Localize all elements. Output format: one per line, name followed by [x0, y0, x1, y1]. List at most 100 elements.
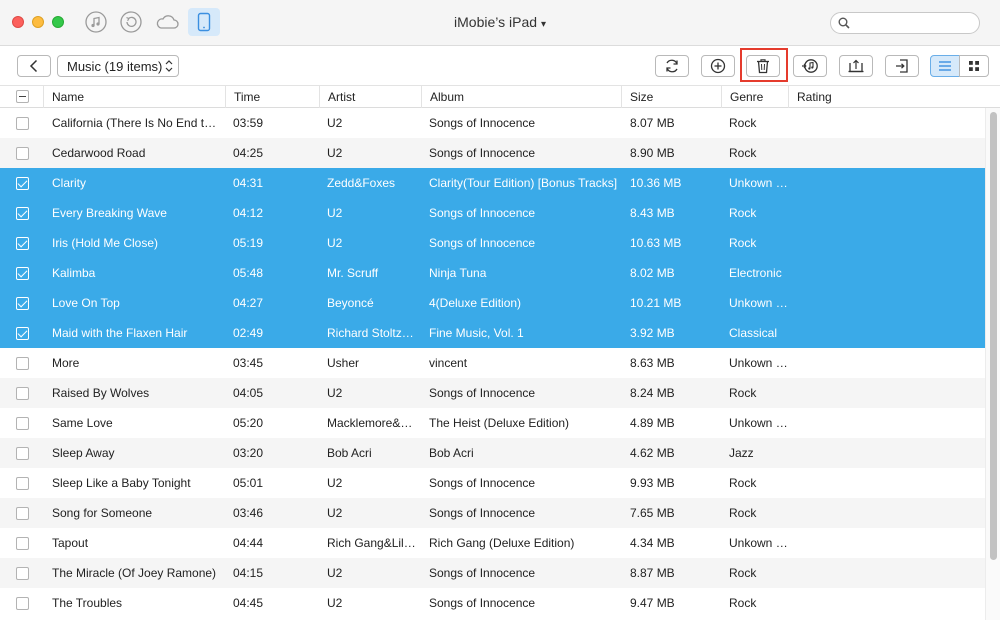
table-row[interactable]: Love On Top 04:27 Beyoncé 4(Deluxe Edition)…: [0, 288, 985, 318]
row-checkbox[interactable]: [16, 537, 29, 550]
row-checkbox[interactable]: [16, 357, 29, 370]
row-checkbox[interactable]: [16, 147, 29, 160]
song-size: 7.65 MB: [630, 506, 675, 520]
song-genre: Jazz: [729, 446, 754, 460]
restore-icon[interactable]: [120, 11, 142, 33]
song-time: 03:20: [233, 446, 264, 460]
row-checkbox[interactable]: [16, 387, 29, 400]
song-name: Kalimba: [52, 266, 96, 280]
table-row[interactable]: Same Love 05:20 Macklemore&Ryan Lewis The H…: [0, 408, 985, 438]
song-size: 8.90 MB: [630, 146, 675, 160]
back-icon: [29, 59, 38, 73]
add-button[interactable]: [701, 55, 735, 77]
up-down-arrows-icon: [165, 60, 173, 72]
select-all-checkbox[interactable]: [16, 90, 29, 103]
song-artist: U2: [327, 236, 343, 250]
to-itunes-icon: [802, 59, 818, 73]
column-header-name[interactable]: Name: [44, 86, 226, 108]
song-album: vincent: [429, 356, 468, 370]
song-name: Sleep Away: [52, 446, 115, 460]
zoom-window-button[interactable]: [52, 16, 64, 28]
row-checkbox[interactable]: [16, 327, 29, 340]
column-header-genre[interactable]: Genre: [722, 86, 789, 108]
row-checkbox[interactable]: [16, 297, 29, 310]
song-size: 9.93 MB: [630, 476, 675, 490]
vertical-scrollbar[interactable]: [985, 108, 1000, 620]
row-checkbox[interactable]: [16, 237, 29, 250]
row-checkbox[interactable]: [16, 207, 29, 220]
song-size: 8.43 MB: [630, 206, 675, 220]
column-header-album[interactable]: Album: [422, 86, 622, 108]
to-computer-icon: [848, 59, 864, 73]
list-view-icon: [939, 61, 951, 71]
column-header-rating[interactable]: Rating: [789, 86, 1000, 108]
song-name: Maid with the Flaxen Hair: [52, 326, 188, 340]
table-row[interactable]: The Troubles 04:45 U2 Songs of Innocence 9.4…: [0, 588, 985, 618]
cloud-icon[interactable]: [154, 11, 180, 33]
song-time: 05:20: [233, 416, 264, 430]
delete-button-highlight: [740, 48, 788, 82]
category-select[interactable]: Music (19 items): [57, 55, 179, 77]
music-table: Name Time Artist Album Size Genre Rating…: [0, 86, 1000, 620]
to-computer-button[interactable]: [839, 55, 873, 77]
row-checkbox[interactable]: [16, 417, 29, 430]
song-name: Love On Top: [52, 296, 120, 310]
list-view-button[interactable]: [930, 55, 960, 77]
table-row[interactable]: Every Breaking Wave 04:12 U2 Songs of Innoc…: [0, 198, 985, 228]
song-size: 8.87 MB: [630, 566, 675, 580]
import-button[interactable]: [885, 55, 919, 77]
row-checkbox[interactable]: [16, 447, 29, 460]
song-artist: U2: [327, 206, 343, 220]
table-row[interactable]: Raised By Wolves 04:05 U2 Songs of Innocenc…: [0, 378, 985, 408]
table-row[interactable]: The Miracle (Of Joey Ramone) 04:15 U2 Songs…: [0, 558, 985, 588]
back-button[interactable]: [17, 55, 51, 77]
row-checkbox[interactable]: [16, 477, 29, 490]
table-row[interactable]: Cedarwood Road 04:25 U2 Songs of Innocence 8…: [0, 138, 985, 168]
song-time: 05:19: [233, 236, 264, 250]
table-row[interactable]: More 03:45 Usher vincent 8.63 MB Unkown Genre: [0, 348, 985, 378]
table-row[interactable]: Tapout 04:44 Rich Gang&Lil Wayne Rich Gang …: [0, 528, 985, 558]
table-row[interactable]: Song for Someone 03:46 U2 Songs of Innocenc…: [0, 498, 985, 528]
to-itunes-button[interactable]: [793, 55, 827, 77]
song-artist: Macklemore&Ryan Lewis: [327, 416, 417, 430]
table-row[interactable]: Iris (Hold Me Close) 05:19 U2 Songs of Inno…: [0, 228, 985, 258]
scrollbar-thumb[interactable]: [990, 112, 997, 560]
row-checkbox[interactable]: [16, 597, 29, 610]
song-genre: Rock: [729, 236, 757, 250]
song-genre: Rock: [729, 506, 757, 520]
row-checkbox[interactable]: [16, 117, 29, 130]
row-checkbox[interactable]: [16, 567, 29, 580]
row-checkbox[interactable]: [16, 177, 29, 190]
song-album: Songs of Innocence: [429, 116, 536, 130]
table-row[interactable]: Kalimba 05:48 Mr. Scruff Ninja Tuna 8.02 MB E…: [0, 258, 985, 288]
music-note-icon[interactable]: [85, 11, 107, 33]
song-time: 03:46: [233, 506, 264, 520]
table-row[interactable]: Sleep Away 03:20 Bob Acri Bob Acri 4.62 MB Ja…: [0, 438, 985, 468]
column-header-size[interactable]: Size: [622, 86, 722, 108]
table-row[interactable]: Maid with the Flaxen Hair 02:49 Richard St…: [0, 318, 985, 348]
search-field[interactable]: [830, 12, 980, 34]
ipad-icon[interactable]: [188, 8, 220, 36]
row-checkbox[interactable]: [16, 507, 29, 520]
search-input[interactable]: [853, 15, 973, 31]
song-artist: U2: [327, 566, 343, 580]
close-window-button[interactable]: [12, 16, 24, 28]
song-artist: Mr. Scruff: [327, 266, 379, 280]
song-artist: Richard Stoltzman: [327, 326, 417, 340]
song-time: 05:48: [233, 266, 264, 280]
table-row[interactable]: California (There Is No End to Love) 03:5…: [0, 108, 985, 138]
song-artist: Beyoncé: [327, 296, 374, 310]
refresh-button[interactable]: [655, 55, 689, 77]
table-row[interactable]: Clarity 04:31 Zedd&Foxes Clarity(Tour Editi…: [0, 168, 985, 198]
column-header-artist[interactable]: Artist: [320, 86, 422, 108]
chevron-down-icon[interactable]: ▾: [541, 19, 546, 30]
row-checkbox[interactable]: [16, 267, 29, 280]
song-genre: Unkown Genre: [729, 416, 789, 430]
column-header-time[interactable]: Time: [226, 86, 320, 108]
song-genre: Rock: [729, 206, 757, 220]
grid-view-button[interactable]: [959, 55, 989, 77]
title-bar: iMobie’s iPad ▾: [0, 0, 1000, 46]
table-row[interactable]: Sleep Like a Baby Tonight 05:01 U2 Songs of…: [0, 468, 985, 498]
minimize-window-button[interactable]: [32, 16, 44, 28]
device-name[interactable]: iMobie’s iPad: [454, 14, 537, 30]
